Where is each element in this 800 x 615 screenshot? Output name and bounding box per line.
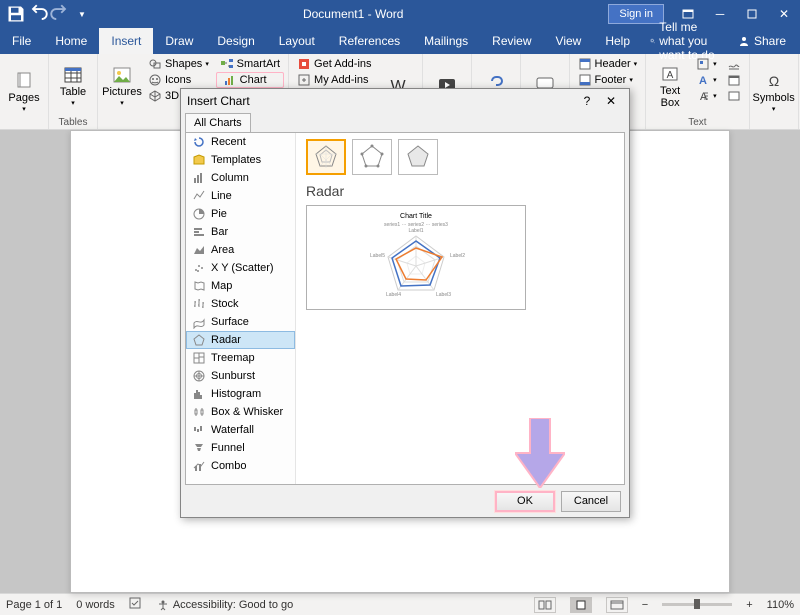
table-button[interactable]: Table▾ (53, 56, 93, 116)
chart-subtitle: Radar (306, 183, 614, 199)
chart-type-waterfall[interactable]: Waterfall (186, 421, 295, 439)
tab-draw[interactable]: Draw (153, 28, 205, 54)
drop-cap-icon[interactable]: A▾ (692, 88, 721, 104)
pictures-button[interactable]: Pictures▾ (102, 56, 142, 116)
date-time-icon[interactable] (723, 72, 745, 88)
wordart-icon[interactable]: A▾ (692, 72, 721, 88)
dialog-close-icon[interactable]: ✕ (599, 94, 623, 108)
tab-references[interactable]: References (327, 28, 412, 54)
close-icon[interactable]: ✕ (768, 0, 800, 28)
zoom-slider[interactable] (662, 603, 732, 606)
tab-review[interactable]: Review (480, 28, 543, 54)
tab-insert[interactable]: Insert (99, 28, 153, 54)
zoom-out-button[interactable]: − (642, 599, 648, 611)
dialog-title: Insert Chart (187, 94, 250, 108)
icons-button[interactable]: Icons (144, 72, 214, 88)
svg-text:Label1: Label1 (408, 228, 423, 234)
shapes-button[interactable]: Shapes ▾ (144, 56, 214, 72)
callout-arrow-icon (515, 418, 565, 493)
tab-file[interactable]: File (0, 28, 43, 54)
chart-type-column[interactable]: Column (186, 169, 295, 187)
tab-mailings[interactable]: Mailings (412, 28, 480, 54)
svg-text:Label4: Label4 (386, 292, 401, 298)
maximize-icon[interactable] (736, 0, 768, 28)
document-title: Document1 - Word (98, 7, 608, 21)
statusbar: Page 1 of 1 0 words Accessibility: Good … (0, 593, 800, 615)
redo-icon[interactable] (50, 4, 70, 24)
share-label: Share (754, 34, 786, 48)
chart-type-map[interactable]: Map (186, 277, 295, 295)
smartart-button[interactable]: SmartArt (216, 56, 284, 72)
zoom-level[interactable]: 110% (767, 599, 794, 611)
chart-type-treemap[interactable]: Treemap (186, 349, 295, 367)
signature-line-icon[interactable] (723, 56, 745, 72)
tab-help[interactable]: Help (593, 28, 642, 54)
chart-type-templates[interactable]: Templates (186, 151, 295, 169)
chart-type-line[interactable]: Line (186, 187, 295, 205)
chart-type-pie[interactable]: Pie (186, 205, 295, 223)
chart-button[interactable]: Chart (216, 72, 284, 88)
web-layout-icon[interactable] (606, 597, 628, 613)
chart-type-histogram[interactable]: Histogram (186, 385, 295, 403)
header-button[interactable]: Header ▾ (574, 56, 642, 72)
chart-type-box-whisker[interactable]: Box & Whisker (186, 403, 295, 421)
quick-parts-icon[interactable]: ▾ (692, 56, 721, 72)
print-layout-icon[interactable] (570, 597, 592, 613)
svg-text:Ω: Ω (768, 73, 778, 89)
text-box-button[interactable]: AText Box (650, 56, 690, 116)
chart-type-x-y-scatter-[interactable]: X Y (Scatter) (186, 259, 295, 277)
tab-view[interactable]: View (544, 28, 594, 54)
pages-button[interactable]: Pages▾ (4, 56, 44, 127)
word-count[interactable]: 0 words (76, 599, 115, 611)
dialog-help-icon[interactable]: ? (575, 94, 599, 108)
chart-type-stock[interactable]: Stock (186, 295, 295, 313)
all-charts-tab[interactable]: All Charts (185, 113, 251, 132)
svg-text:A: A (699, 75, 707, 87)
svg-text:Label5: Label5 (370, 253, 385, 259)
chart-type-combo[interactable]: Combo (186, 457, 295, 475)
chart-preview[interactable]: Chart Title series1 ··· series2 ··· seri… (306, 205, 526, 310)
chart-type-radar[interactable]: Radar (186, 331, 295, 349)
accessibility-status[interactable]: Accessibility: Good to go (157, 599, 293, 611)
ok-button[interactable]: OK (495, 491, 555, 512)
chart-type-bar[interactable]: Bar (186, 223, 295, 241)
chart-type-list: RecentTemplatesColumnLinePieBarAreaX Y (… (186, 133, 296, 484)
svg-text:Label3: Label3 (436, 292, 451, 298)
radar-subtype-1[interactable] (306, 139, 346, 175)
tab-home[interactable]: Home (43, 28, 99, 54)
chart-type-area[interactable]: Area (186, 241, 295, 259)
read-mode-icon[interactable] (534, 597, 556, 613)
object-icon[interactable] (723, 88, 745, 104)
footer-button[interactable]: Footer ▾ (574, 72, 642, 88)
undo-icon[interactable] (28, 4, 48, 24)
share-button[interactable]: Share (724, 34, 800, 48)
svg-text:Chart Title: Chart Title (400, 213, 432, 220)
chart-type-funnel[interactable]: Funnel (186, 439, 295, 457)
qat-customize-icon[interactable]: ▼ (72, 4, 92, 24)
svg-text:Label2: Label2 (450, 253, 465, 259)
page-indicator[interactable]: Page 1 of 1 (6, 599, 62, 611)
symbols-button[interactable]: ΩSymbols▾ (754, 56, 794, 127)
ribbon-tabs: FileHomeInsertDrawDesignLayoutReferences… (0, 28, 800, 54)
spellcheck-icon[interactable] (129, 596, 143, 613)
chart-type-sunburst[interactable]: Sunburst (186, 367, 295, 385)
chart-type-recent[interactable]: Recent (186, 133, 295, 151)
zoom-in-button[interactable]: + (746, 599, 752, 611)
tab-layout[interactable]: Layout (267, 28, 327, 54)
tab-design[interactable]: Design (205, 28, 266, 54)
cancel-button[interactable]: Cancel (561, 491, 621, 512)
radar-subtype-3[interactable] (398, 139, 438, 175)
save-icon[interactable] (6, 4, 26, 24)
my-addins-button[interactable]: My Add-ins (293, 72, 375, 88)
svg-text:A: A (667, 70, 674, 81)
get-addins-button[interactable]: Get Add-ins (293, 56, 375, 72)
chart-type-surface[interactable]: Surface (186, 313, 295, 331)
radar-subtype-2[interactable] (352, 139, 392, 175)
